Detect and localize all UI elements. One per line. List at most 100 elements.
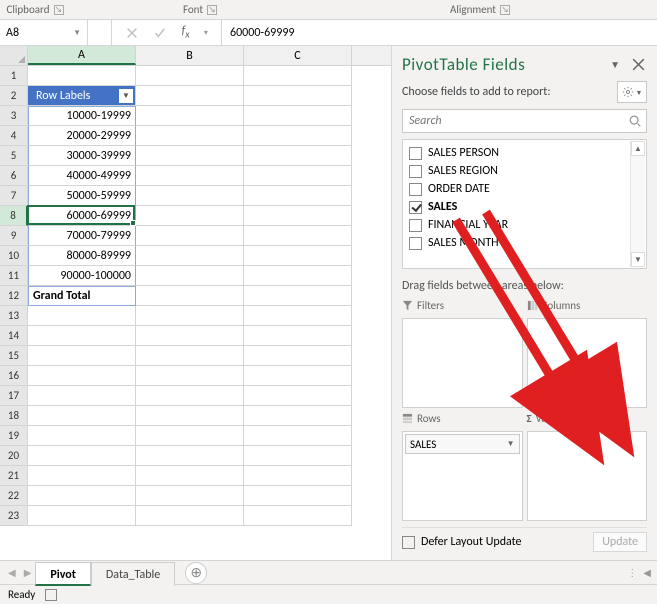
pivot-row-item[interactable]: 10000-19999 [28,106,136,126]
scroll-down-icon[interactable]: ▼ [631,252,645,267]
update-button[interactable]: Update [593,532,647,552]
cell[interactable] [136,266,244,286]
row-header[interactable]: 13 [0,306,28,326]
chevron-down-icon[interactable]: ▾ [204,28,208,38]
row-header[interactable]: 8 [0,206,28,226]
row-header[interactable]: 21 [0,466,28,486]
tab-nav-prev-icon[interactable]: ◀ [4,566,20,579]
field-item[interactable]: ORDER DATE [403,180,646,198]
field-search[interactable] [402,109,647,133]
tools-button[interactable]: ▼ [617,81,647,103]
sheet-tab-pivot[interactable]: Pivot [35,562,91,586]
checkbox[interactable] [409,183,422,196]
cell[interactable] [28,466,136,486]
row-header[interactable]: 23 [0,506,28,526]
scroll-up-icon[interactable]: ▲ [631,141,645,156]
formula-input[interactable]: 60000-69999 [222,20,657,45]
cell[interactable] [244,286,352,306]
checkbox[interactable] [409,165,422,178]
row-header[interactable]: 15 [0,346,28,366]
pivot-row-item[interactable]: 80000-89999 [28,246,136,266]
cancel-icon[interactable] [125,26,139,40]
row-header[interactable]: 14 [0,326,28,346]
cell[interactable] [136,206,244,226]
cell[interactable] [136,426,244,446]
cell[interactable] [28,426,136,446]
cell[interactable] [136,286,244,306]
pivot-row-item[interactable]: 40000-49999 [28,166,136,186]
checkbox[interactable] [409,201,422,214]
scrollbar[interactable]: ▲ ▼ [630,141,645,267]
dialog-launcher-icon[interactable]: ↘ [500,5,510,15]
checkbox[interactable] [409,147,422,160]
cell[interactable] [244,466,352,486]
row-header[interactable]: 18 [0,406,28,426]
search-input[interactable] [402,109,647,133]
pivot-row-labels-header[interactable]: Row Labels ▼ [28,86,136,106]
name-box[interactable]: A8 ▼ [0,20,88,45]
row-header[interactable]: 7 [0,186,28,206]
cell[interactable] [244,126,352,146]
cell[interactable] [136,146,244,166]
pivot-row-item[interactable]: 60000-69999 [28,206,136,226]
ribbon-group-clipboard[interactable]: Clipboard↘ [0,0,70,19]
tab-nav-next-icon[interactable]: ▶ [20,566,36,579]
field-item[interactable]: FINANCIAL YEAR [403,216,646,234]
cell[interactable] [244,326,352,346]
cell[interactable] [136,406,244,426]
checkbox[interactable] [402,536,415,549]
cell[interactable] [28,486,136,506]
cell[interactable] [244,186,352,206]
cell[interactable] [136,86,244,106]
field-chip-sales[interactable]: SALES ▼ [405,434,520,454]
cell[interactable] [244,266,352,286]
cell[interactable] [244,226,352,246]
enter-icon[interactable] [153,26,167,40]
row-header[interactable]: 11 [0,266,28,286]
cell[interactable] [28,66,136,86]
filters-dropzone[interactable] [402,318,523,408]
worksheet-grid[interactable]: A B C 1 2 3 4 5 6 7 8 9 10 11 12 13 14 1… [0,46,391,560]
tab-split-handle[interactable]: ⋮ [627,566,637,579]
values-dropzone[interactable] [527,431,648,521]
cell[interactable] [28,406,136,426]
cell[interactable] [244,366,352,386]
cell[interactable] [136,106,244,126]
dialog-launcher-icon[interactable]: ↘ [207,5,217,15]
field-item[interactable]: SALES MONTH [403,234,646,252]
cell[interactable] [136,446,244,466]
row-header[interactable]: 19 [0,426,28,446]
chevron-down-icon[interactable]: ▼ [73,28,81,38]
cell[interactable] [244,386,352,406]
rows-dropzone[interactable]: SALES ▼ [402,431,523,521]
cell[interactable] [136,486,244,506]
cell[interactable] [244,106,352,126]
filter-dropdown-icon[interactable]: ▼ [119,89,133,103]
select-all-corner[interactable] [0,46,28,65]
pivot-grand-total[interactable]: Grand Total [28,286,136,306]
cell[interactable] [136,466,244,486]
cell[interactable] [244,246,352,266]
pivot-row-item[interactable]: 90000-100000 [28,266,136,286]
field-item[interactable]: SALES REGION [403,162,646,180]
close-icon[interactable] [630,56,647,73]
row-header[interactable]: 12 [0,286,28,306]
cell[interactable] [136,366,244,386]
cell[interactable] [244,486,352,506]
cell[interactable] [244,66,352,86]
row-header[interactable]: 1 [0,66,28,86]
cell[interactable] [244,506,352,526]
cell[interactable] [136,386,244,406]
cell[interactable] [28,446,136,466]
cell[interactable] [136,306,244,326]
fx-icon[interactable]: fx [182,24,190,40]
checkbox[interactable] [409,237,422,250]
scroll-left-icon[interactable]: ◀ [643,566,651,579]
cell[interactable] [28,326,136,346]
checkbox[interactable] [409,219,422,232]
cell[interactable] [244,86,352,106]
defer-layout-toggle[interactable]: Defer Layout Update [402,535,522,549]
cell[interactable] [244,206,352,226]
field-list[interactable]: SALES PERSON SALES REGION ORDER DATE SAL… [402,139,647,269]
cell[interactable] [136,326,244,346]
